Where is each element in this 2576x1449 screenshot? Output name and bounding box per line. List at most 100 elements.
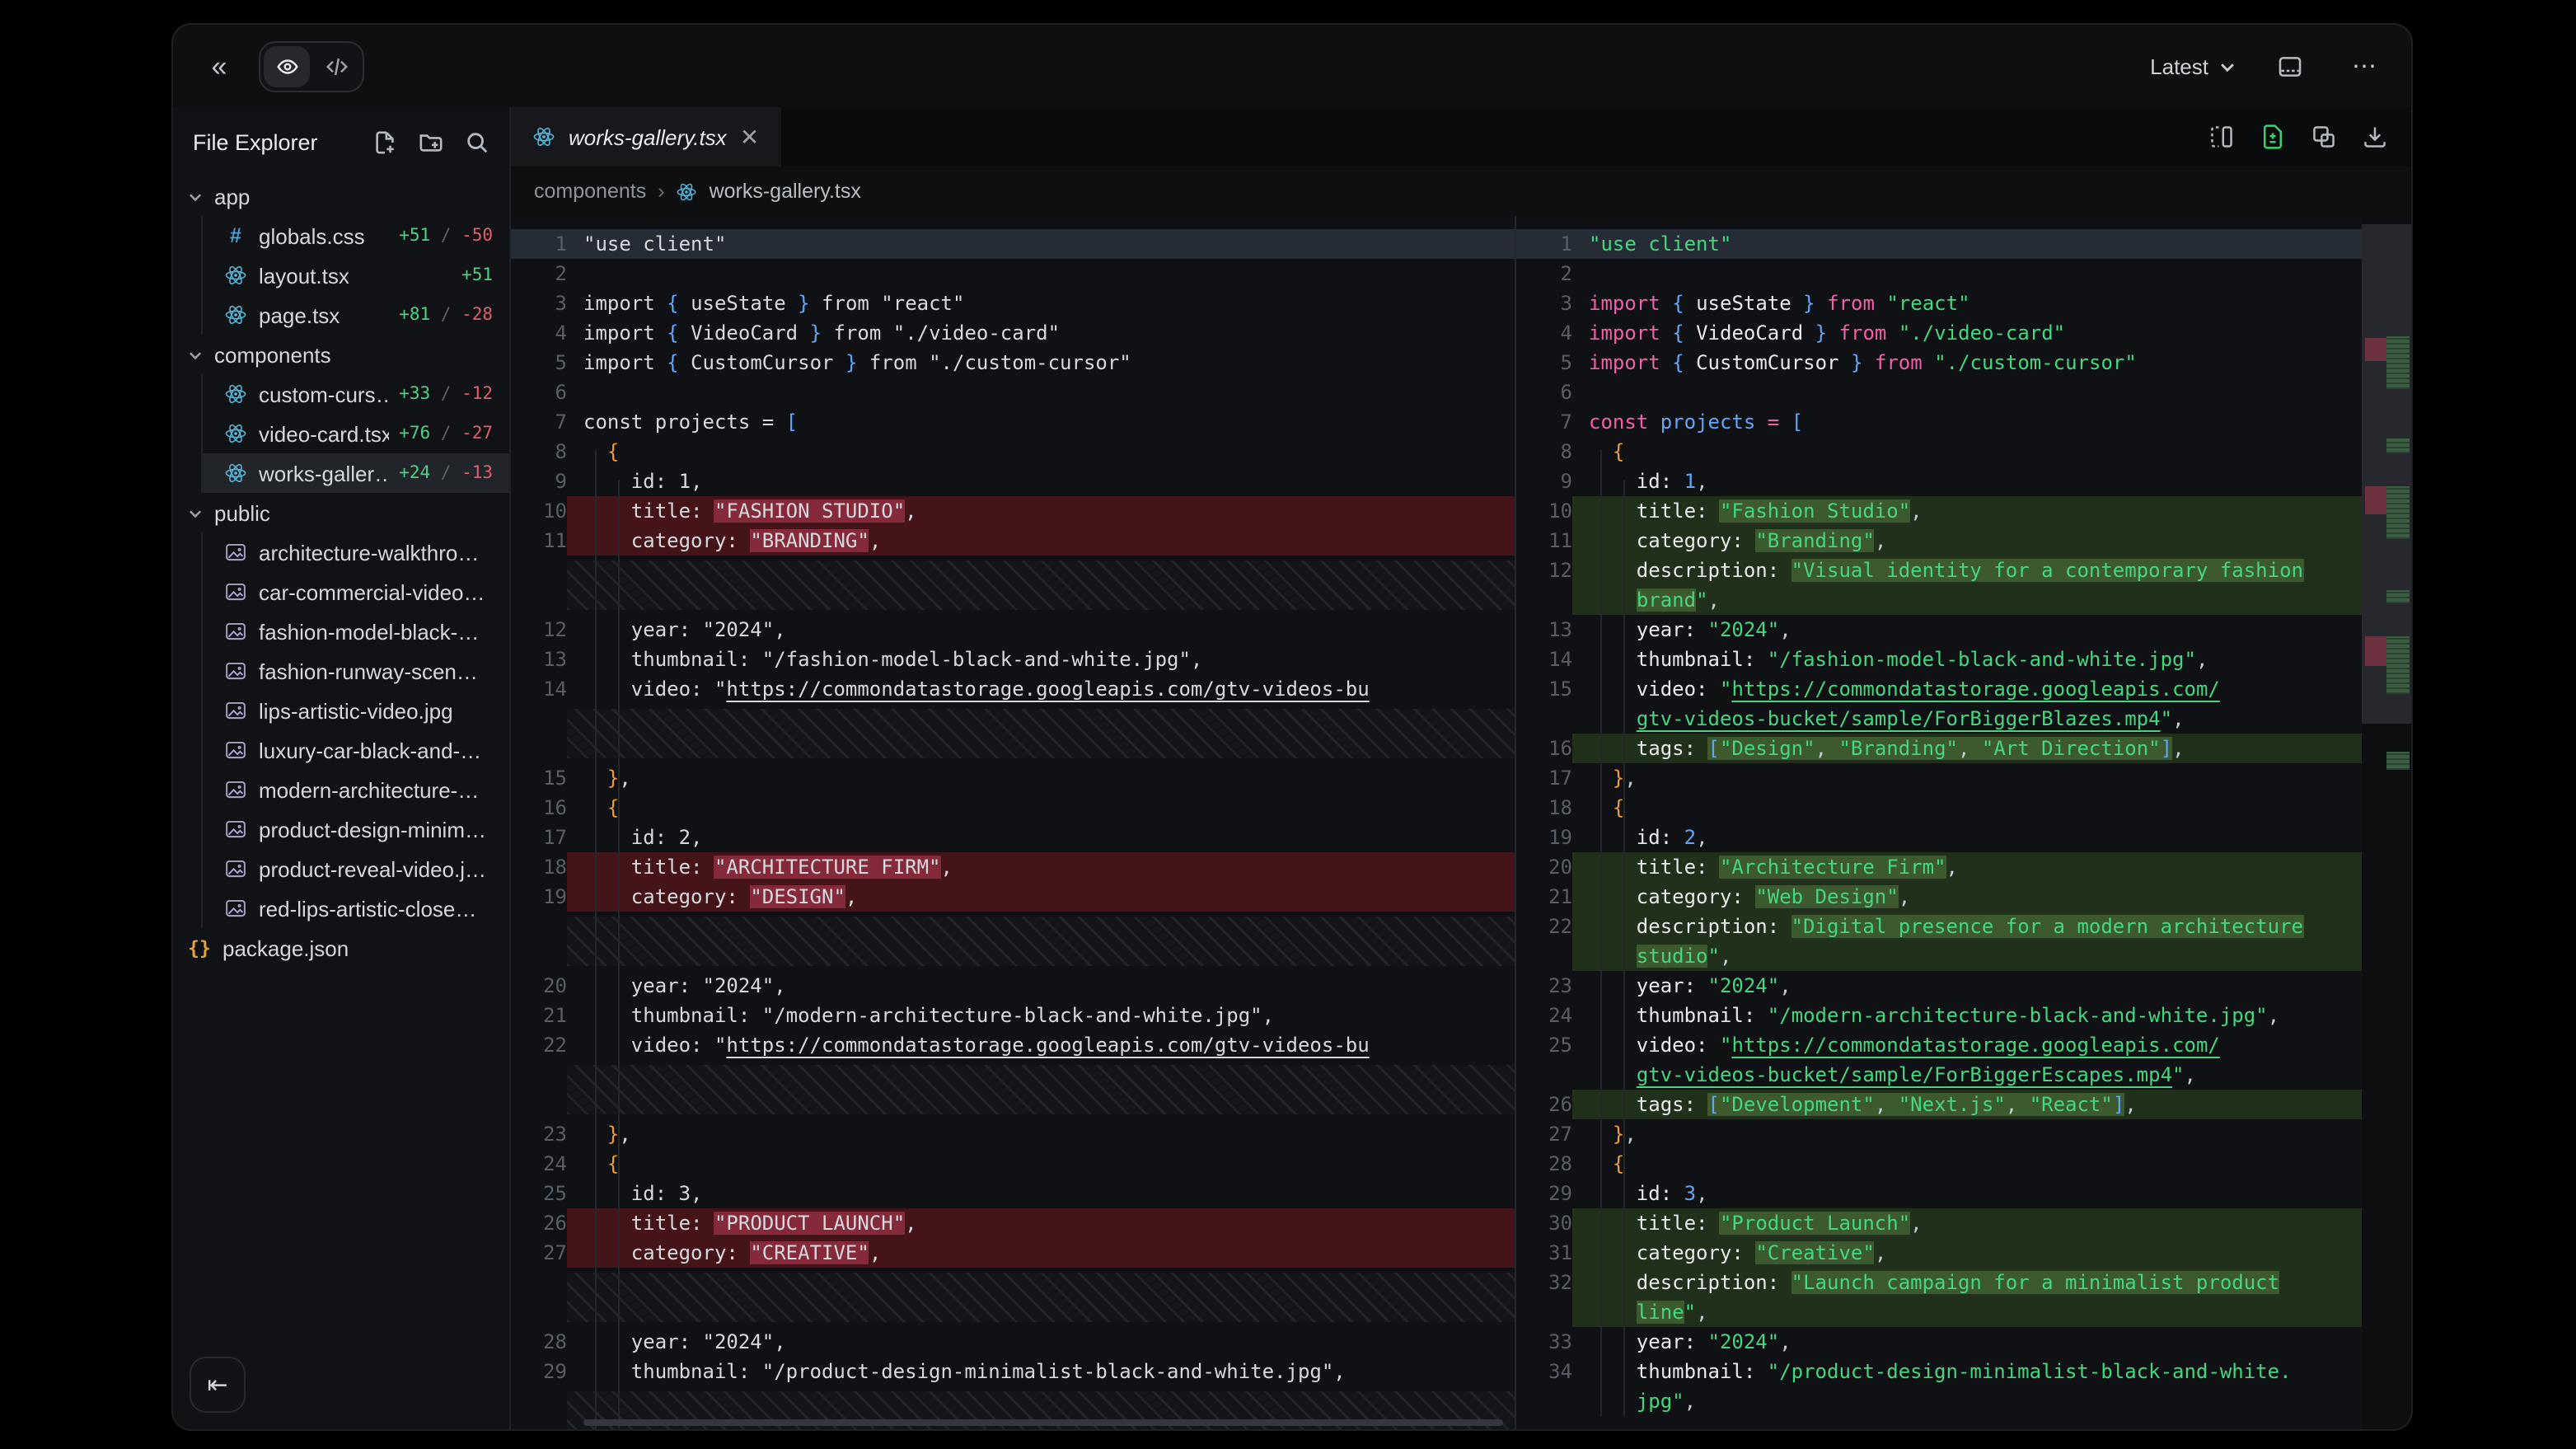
line-number: 26 [1516, 1090, 1572, 1119]
code-text: thumbnail: "/fashion-model-black-and-whi… [567, 645, 1515, 674]
code-line: 21 thumbnail: "/modern-architecture-blac… [511, 1001, 1515, 1030]
tab-works-gallery[interactable]: works-gallery.tsx ✕ [511, 107, 780, 166]
diff-pane-modified[interactable]: 1"use client"23import { useState } from … [1516, 216, 2411, 1429]
code-line: 6 [511, 377, 1515, 407]
split-editor-button[interactable] [2208, 124, 2235, 150]
file-label: car-commercial-video… [259, 579, 485, 604]
code-mode-button[interactable] [313, 45, 359, 87]
copy-code-button[interactable] [2311, 124, 2337, 150]
code-text: title: "PRODUCT LAUNCH", [567, 1208, 1515, 1238]
line-number: 28 [1516, 1149, 1572, 1179]
code-line: 34 thumbnail: "/product-design-minimalis… [1516, 1357, 2411, 1386]
code-line: 27 category: "CREATIVE", [511, 1238, 1515, 1268]
line-number: 17 [1516, 763, 1572, 793]
code-line: line", [1516, 1297, 2411, 1327]
line-number [1516, 1297, 1572, 1327]
breadcrumb-folder[interactable]: components [534, 180, 646, 203]
collapse-panel-button[interactable]: « [196, 43, 242, 89]
code-line: 3import { useState } from "react" [1516, 288, 2411, 318]
diff-stats: +76 / -27 [399, 424, 493, 443]
file-explorer-panel: File Explorer app#globals.css+51 / -50la… [173, 107, 511, 1429]
search-files-button[interactable] [465, 129, 489, 154]
code-text: import { VideoCard } from "./video-card" [1572, 318, 2411, 348]
code-text: }, [1572, 763, 2411, 793]
file-item-layout.tsx[interactable]: layout.tsx+51 [203, 256, 509, 295]
new-folder-button[interactable] [419, 129, 443, 154]
file-item-page.tsx[interactable]: page.tsx +81 / -28 [203, 295, 509, 335]
code-text: description: "Visual identity for a cont… [1572, 556, 2411, 585]
horizontal-scrollbar[interactable] [583, 1419, 1503, 1426]
file-item-package.json[interactable]: {}package.json [173, 928, 509, 968]
line-number: 19 [1516, 823, 1572, 852]
code-line: 14 video: "https://commondatastorage.goo… [511, 674, 1515, 704]
indent-guide [618, 480, 620, 1429]
file-item-custom-curs[interactable]: custom-curs…+33 / -12 [203, 374, 509, 414]
line-number: 8 [511, 437, 567, 467]
file-item-car-commercial-video[interactable]: car-commercial-video… [203, 572, 509, 612]
close-tab-icon[interactable]: ✕ [740, 123, 759, 151]
file-item-product-design-minim[interactable]: product-design-minim… [203, 809, 509, 849]
code-text: video: "https://commondatastorage.google… [567, 674, 1515, 704]
code-text: import { useState } from "react" [567, 288, 1515, 318]
more-options-button[interactable]: ⋯ [2342, 43, 2388, 89]
code-text: id: 1, [567, 467, 1515, 496]
file-item-product-reveal-video.j[interactable]: product-reveal-video.j… [203, 849, 509, 889]
code-line: 32 description: "Launch campaign for a m… [1516, 1268, 2411, 1297]
line-number: 22 [511, 1030, 567, 1060]
line-number: 15 [1516, 674, 1572, 704]
code-text: }, [1572, 1119, 2411, 1149]
line-number: 9 [511, 467, 567, 496]
diff-pane-original[interactable]: 1"use client"23import { useState } from … [511, 216, 1516, 1429]
file-item-red-lips-artistic-close[interactable]: red-lips-artistic-close… [203, 889, 509, 928]
new-file-button[interactable] [372, 129, 397, 154]
breadcrumb-separator: › [658, 180, 664, 203]
file-item-works-galler[interactable]: works-galler…+24 / -13 [203, 453, 509, 493]
panel-layout-button[interactable] [2266, 43, 2312, 89]
diff-left-rows: 1"use client"23import { useState } from … [511, 229, 1515, 1429]
code-text: description: "Launch campaign for a mini… [1572, 1268, 2411, 1297]
file-label: page.tsx [259, 302, 340, 327]
line-number: 20 [511, 971, 567, 1001]
folder-item-public[interactable]: public [173, 493, 509, 532]
file-item-fashion-runway-scen[interactable]: fashion-runway-scen… [203, 651, 509, 691]
code-line: 20 title: "Architecture Firm", [1516, 852, 2411, 882]
download-button[interactable] [2362, 124, 2388, 150]
code-line: 22 description: "Digital presence for a … [1516, 912, 2411, 941]
file-item-architecture-walkthro[interactable]: architecture-walkthro… [203, 532, 509, 572]
editor-area: works-gallery.tsx ✕ components › works-g… [511, 107, 2411, 1429]
preview-mode-button[interactable] [264, 45, 310, 87]
code-line: 8 { [1516, 437, 2411, 467]
code-line: 2 [511, 259, 1515, 288]
code-text: { [567, 793, 1515, 823]
image-icon [222, 895, 249, 921]
search-icon [465, 129, 489, 154]
code-text: title: "Product Launch", [1572, 1208, 2411, 1238]
code-text: "use client" [1572, 229, 2411, 259]
code-line: 26 tags: ["Development", "Next.js", "Rea… [1516, 1090, 2411, 1119]
code-line: 33 year: "2024", [1516, 1327, 2411, 1357]
folder-item-app[interactable]: app [173, 176, 509, 216]
code-text [567, 259, 1515, 288]
diff-stats: +81 / -28 [399, 305, 493, 325]
line-number: 29 [511, 1357, 567, 1386]
file-item-video-card.tsx[interactable]: video-card.tsx+76 / -27 [203, 414, 509, 453]
folder-item-components[interactable]: components [173, 335, 509, 374]
version-selector[interactable]: Latest [2150, 54, 2236, 78]
file-item-lips-artistic-video.jpg[interactable]: lips-artistic-video.jpg [203, 691, 509, 730]
overview-ruler[interactable] [2362, 216, 2411, 1429]
code-line: 28 year: "2024", [511, 1327, 1515, 1357]
line-number: 21 [511, 1001, 567, 1030]
ellipsis-icon: ⋯ [2352, 51, 2378, 81]
file-item-luxury-car-black-and-[interactable]: luxury-car-black-and-… [203, 730, 509, 770]
file-label: product-reveal-video.j… [259, 856, 486, 881]
line-number: 12 [1516, 556, 1572, 585]
file-item-fashion-model-black-[interactable]: fashion-model-black-… [203, 612, 509, 651]
collapse-sidebar-button[interactable]: ⇤ [190, 1357, 246, 1413]
view-diff-button[interactable] [2260, 124, 2286, 150]
panel-bottom-icon [2275, 52, 2303, 80]
image-icon [222, 816, 249, 842]
code-text: "use client" [567, 229, 1515, 259]
file-item-globals.css[interactable]: #globals.css+51 / -50 [203, 216, 509, 256]
file-item-modern-architecture-[interactable]: modern-architecture-… [203, 770, 509, 809]
breadcrumb-file[interactable]: works-gallery.tsx [710, 180, 861, 203]
